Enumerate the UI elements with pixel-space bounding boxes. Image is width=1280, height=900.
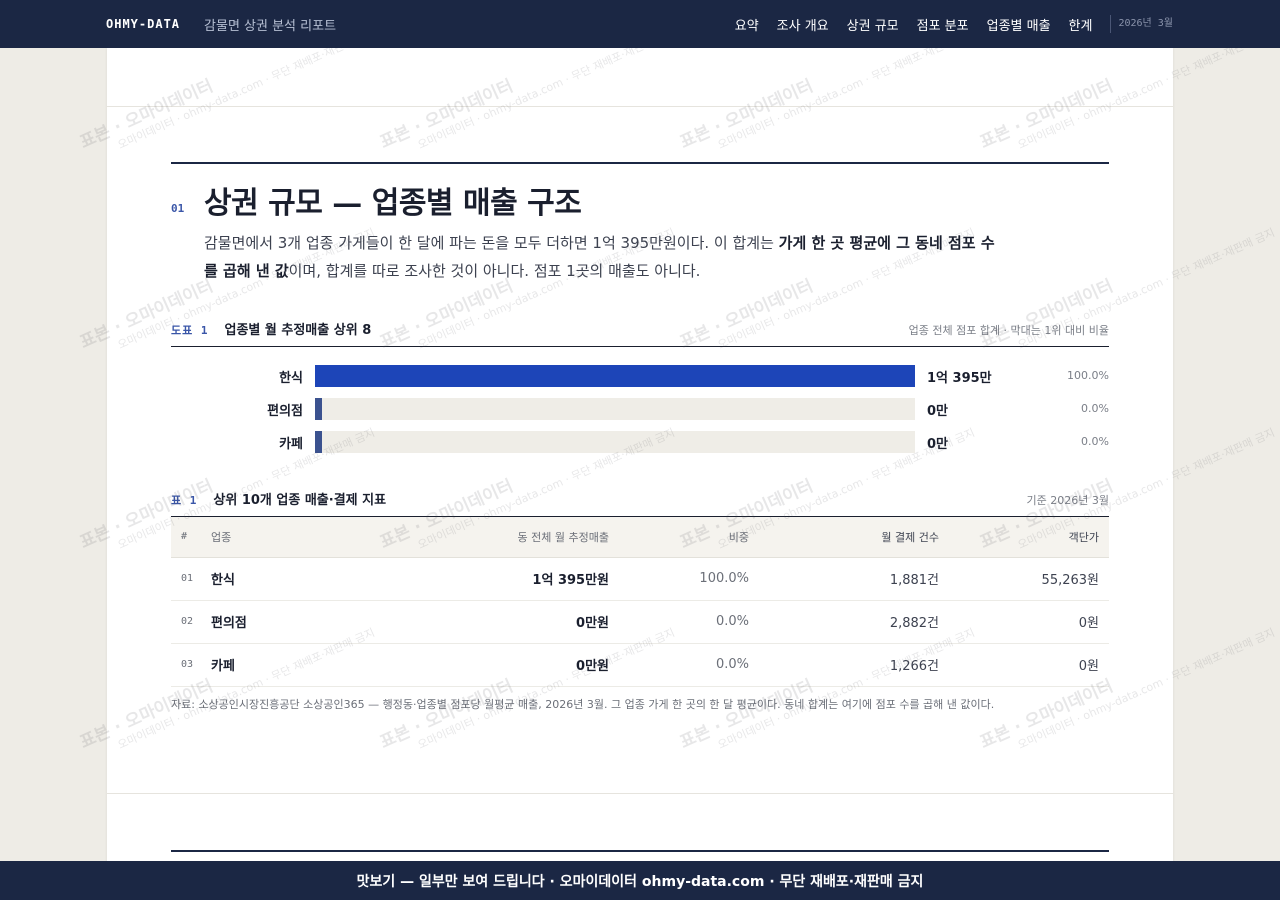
table-note: 기준 2026년 3월 bbox=[1026, 494, 1109, 507]
cell-industry: 편의점 bbox=[211, 600, 379, 644]
cell-transactions: 1,881건 bbox=[749, 557, 939, 601]
cell-industry: 카페 bbox=[211, 643, 379, 687]
next-section-divider bbox=[171, 850, 1109, 852]
bar-percent: 0.0% bbox=[1081, 435, 1109, 448]
cell-transactions: 1,266건 bbox=[749, 643, 939, 687]
table-row: 01 한식 1억 395만원 100.0% 1,881건 55,263원 bbox=[171, 557, 1109, 601]
cell-sales: 1억 395만원 bbox=[379, 557, 609, 601]
report-page: 01 상권 규모 — 업종별 매출 구조 감물면에서 3개 업종 가게들이 한 … bbox=[107, 48, 1173, 900]
table-title: 상위 10개 업종 매출·결제 지표 bbox=[213, 493, 387, 508]
bar-percent: 100.0% bbox=[1067, 369, 1109, 382]
bar-label: 편의점 bbox=[267, 404, 303, 419]
bar-value: 1억 395만 bbox=[927, 371, 992, 386]
table-header-row: # 업종 동 전체 월 추정매출 비중 월 결제 건수 객단가 bbox=[171, 517, 1109, 558]
divider bbox=[107, 106, 1173, 107]
nav-menu: 요약 조사 개요 상권 규모 점포 분포 업종별 매출 한계 2026년 3월 bbox=[735, 15, 1173, 34]
bar-label: 한식 bbox=[279, 371, 303, 386]
cell-industry: 한식 bbox=[211, 557, 379, 601]
bar-row: 편의점 0만 0.0% bbox=[171, 398, 1109, 420]
cell-share: 100.0% bbox=[609, 557, 749, 601]
col-header-rank: # bbox=[171, 517, 211, 558]
figure-tag: 도표 1 bbox=[171, 324, 209, 337]
cell-sales: 0만원 bbox=[379, 643, 609, 687]
bar-track bbox=[315, 398, 915, 420]
bar-fill bbox=[315, 365, 915, 387]
bar-percent: 0.0% bbox=[1081, 402, 1109, 415]
table-row: 03 카페 0만원 0.0% 1,266건 0원 bbox=[171, 643, 1109, 687]
col-header-share: 비중 bbox=[609, 517, 749, 558]
bar-track bbox=[315, 431, 915, 453]
section-number: 01 bbox=[171, 202, 185, 215]
top-nav-bar: OHMY-DATA 감물면 상권 분석 리포트 요약 조사 개요 상권 규모 점… bbox=[0, 0, 1280, 48]
bar-track bbox=[315, 365, 915, 387]
bar-label: 카페 bbox=[279, 437, 303, 452]
preview-banner: 맛보기 — 일부만 보여 드립니다 · 오마이데이터 ohmy-data.com… bbox=[0, 861, 1280, 900]
table-tag: 표 1 bbox=[171, 494, 198, 507]
cell-rank: 03 bbox=[171, 643, 211, 687]
nav-item-store-distribution[interactable]: 점포 분포 bbox=[917, 15, 969, 34]
report-date: 2026년 3월 bbox=[1110, 15, 1173, 33]
figure-caption: 도표 1 업종별 월 추정매출 상위 8 업종 전체 점포 합계 · 막대는 1… bbox=[171, 319, 1109, 338]
cell-avg-ticket: 0원 bbox=[939, 643, 1109, 687]
table-row: 02 편의점 0만원 0.0% 2,882건 0원 bbox=[171, 600, 1109, 644]
divider bbox=[107, 793, 1173, 794]
table-caption: 표 1 상위 10개 업종 매출·결제 지표 기준 2026년 3월 bbox=[171, 489, 1109, 508]
preview-banner-text: 맛보기 — 일부만 보여 드립니다 · 오마이데이터 ohmy-data.com… bbox=[356, 873, 924, 890]
nav-item-overview[interactable]: 조사 개요 bbox=[777, 15, 829, 34]
nav-item-summary[interactable]: 요약 bbox=[735, 15, 759, 34]
col-header-sales: 동 전체 월 추정매출 bbox=[379, 517, 609, 558]
col-header-industry: 업종 bbox=[211, 517, 379, 558]
bar-fill bbox=[315, 398, 322, 420]
section-divider bbox=[171, 162, 1109, 164]
industry-sales-table: # 업종 동 전체 월 추정매출 비중 월 결제 건수 객단가 01 한식 1억… bbox=[171, 517, 1109, 687]
cell-rank: 01 bbox=[171, 557, 211, 601]
bar-row: 한식 1억 395만 100.0% bbox=[171, 365, 1109, 387]
bar-fill bbox=[315, 431, 322, 453]
lead-text: 감물면에서 3개 업종 가게들이 한 달에 파는 돈을 모두 더하면 1억 39… bbox=[204, 234, 779, 252]
source-note: 자료: 소상공인시장진흥공단 소상공인365 — 행정동·업종별 점포당 월평균… bbox=[171, 698, 995, 711]
bar-row: 카페 0만 0.0% bbox=[171, 431, 1109, 453]
cell-avg-ticket: 55,263원 bbox=[939, 557, 1109, 601]
lead-text-end: 이며, 합계를 따로 조사한 것이 아니다. 점포 1곳의 매출도 아니다. bbox=[288, 262, 701, 280]
bar-value: 0만 bbox=[927, 437, 949, 452]
cell-avg-ticket: 0원 bbox=[939, 600, 1109, 644]
figure-rule bbox=[171, 346, 1109, 347]
col-header-avg-ticket: 객단가 bbox=[939, 517, 1109, 558]
nav-item-sales-by-industry[interactable]: 업종별 매출 bbox=[987, 15, 1051, 34]
report-title: 감물면 상권 분석 리포트 bbox=[204, 18, 337, 34]
nav-item-limitations[interactable]: 한계 bbox=[1069, 15, 1093, 34]
figure-title: 업종별 월 추정매출 상위 8 bbox=[224, 323, 372, 338]
cell-share: 0.0% bbox=[609, 600, 749, 644]
bar-value: 0만 bbox=[927, 404, 949, 419]
figure-note: 업종 전체 점포 합계 · 막대는 1위 대비 비율 bbox=[908, 324, 1109, 337]
cell-sales: 0만원 bbox=[379, 600, 609, 644]
brand-logo[interactable]: OHMY-DATA bbox=[106, 17, 180, 31]
section-title: 상권 규모 — 업종별 매출 구조 bbox=[204, 186, 582, 221]
cell-rank: 02 bbox=[171, 600, 211, 644]
col-header-transactions: 월 결제 건수 bbox=[749, 517, 939, 558]
cell-transactions: 2,882건 bbox=[749, 600, 939, 644]
nav-item-market-size[interactable]: 상권 규모 bbox=[847, 15, 899, 34]
cell-share: 0.0% bbox=[609, 643, 749, 687]
section-lead: 감물면에서 3개 업종 가게들이 한 달에 파는 돈을 모두 더하면 1억 39… bbox=[204, 229, 1004, 285]
